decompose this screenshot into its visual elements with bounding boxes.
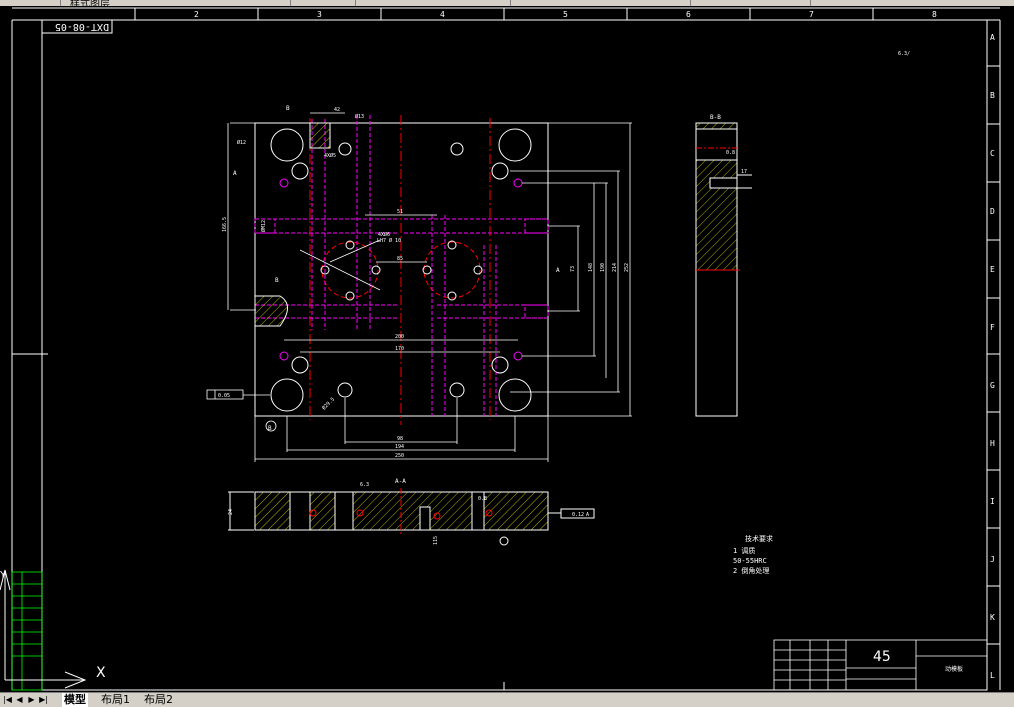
- last-tab-button[interactable]: ▶|: [38, 694, 49, 705]
- ucs-x-label: X: [96, 665, 106, 681]
- cad-drawing: 2 3 4 5 6 7 8 A B C D E F G H I J K L DX…: [0, 7, 1001, 691]
- section-bb-title: B-B: [710, 114, 721, 121]
- section-bb-view: [695, 122, 752, 417]
- first-tab-button[interactable]: |◀: [2, 694, 13, 705]
- col-label-5: 5: [563, 10, 568, 19]
- roughness-top-right: 6.3/: [898, 51, 910, 57]
- roughness-aa-2: 0.8: [478, 496, 487, 502]
- ucs-y-label: Y: [0, 570, 7, 581]
- row-label-b: B: [990, 91, 995, 100]
- row-label-h: H: [990, 439, 995, 448]
- row-label-l: L: [990, 671, 995, 680]
- title-block: [773, 639, 988, 691]
- dim-194: 194: [395, 444, 404, 450]
- callout-d12: Ø12: [237, 139, 246, 146]
- dim-250: 250: [395, 453, 404, 459]
- col-label-8: 8: [932, 10, 937, 19]
- tab-layout1[interactable]: 布局1: [99, 693, 132, 707]
- dim-148: 148: [588, 263, 594, 272]
- section-b-top: B: [286, 105, 290, 112]
- section-a-left: A: [233, 170, 237, 177]
- dim-252: 252: [624, 263, 630, 272]
- row-label-d: D: [990, 207, 995, 216]
- dim-73: 73: [570, 266, 576, 272]
- title-block-material: 45: [873, 649, 891, 665]
- prev-tab-button[interactable]: ◀: [14, 694, 25, 705]
- callout-4xd6: 4XØ6: [378, 231, 390, 238]
- row-label-f: F: [990, 323, 995, 332]
- dim-166: 166.5: [222, 217, 228, 232]
- dim-214: 214: [612, 263, 618, 272]
- section-b-mid: B: [275, 277, 279, 284]
- section-aa-title: A-A: [395, 478, 406, 485]
- callout-d13: Ø13: [355, 113, 364, 120]
- col-label-4: 4: [440, 10, 445, 19]
- dim-200: 200: [395, 334, 404, 340]
- section-a-right: A: [556, 267, 560, 274]
- dim-42: 42: [334, 107, 340, 113]
- col-label-2: 2: [194, 10, 199, 19]
- section-aa-view: [228, 488, 595, 546]
- drawing-number: DXT-08-05: [55, 21, 109, 32]
- tech-notes-line2: 50-55HRC: [733, 557, 767, 565]
- row-label-i: I: [990, 497, 995, 506]
- next-tab-button[interactable]: ▶: [26, 694, 37, 705]
- row-label-c: C: [990, 149, 995, 158]
- callout-4xd5: 4XØ5: [324, 152, 336, 159]
- row-label-g: G: [990, 381, 995, 390]
- flatness-value: 0.05: [218, 393, 230, 399]
- tech-notes-title: 技术要求: [745, 534, 773, 543]
- col-label-7: 7: [809, 10, 814, 19]
- callout-d29: Ø29.5: [320, 396, 336, 412]
- parallel-value: 0.12: [572, 512, 584, 518]
- dim-190: 190: [600, 263, 606, 272]
- callout-dm12: ØM12: [260, 220, 267, 232]
- callout-lh7: LH7 Ø 10: [377, 237, 401, 244]
- row-label-j: J: [990, 555, 995, 564]
- row-label-k: K: [990, 613, 995, 622]
- dim-170: 170: [395, 346, 404, 352]
- dim-51: 51: [397, 209, 403, 215]
- model-space-canvas[interactable]: 2 3 4 5 6 7 8 A B C D E F G H I J K L DX…: [0, 6, 1014, 692]
- tab-model[interactable]: 模型: [62, 693, 88, 707]
- dim-24: 24: [228, 509, 234, 515]
- layout-tab-bar: |◀ ◀ ▶ ▶| 模型 布局1 布局2: [0, 692, 1014, 707]
- roughness-aa-1: 6.3: [360, 482, 369, 488]
- dim-85: 85: [397, 256, 403, 262]
- sheet-border: [11, 7, 1001, 691]
- row-label-a: A: [990, 33, 995, 42]
- dim-115: 115: [433, 536, 439, 545]
- title-block-name: 动模板: [945, 665, 963, 673]
- revision-table: [11, 571, 43, 691]
- col-label-3: 3: [317, 10, 322, 19]
- plan-view: [227, 112, 632, 462]
- parallel-datum: A: [586, 512, 589, 518]
- dim-17: 17: [741, 169, 747, 175]
- col-label-6: 6: [686, 10, 691, 19]
- tech-notes-line1: 1 调质: [733, 546, 755, 555]
- tab-layout2[interactable]: 布局2: [142, 693, 175, 707]
- dim-98: 98: [397, 436, 403, 442]
- roughness-bb: 0.8: [726, 150, 735, 156]
- tech-notes-line3: 2 倒角处理: [733, 566, 769, 575]
- row-label-e: E: [990, 265, 995, 274]
